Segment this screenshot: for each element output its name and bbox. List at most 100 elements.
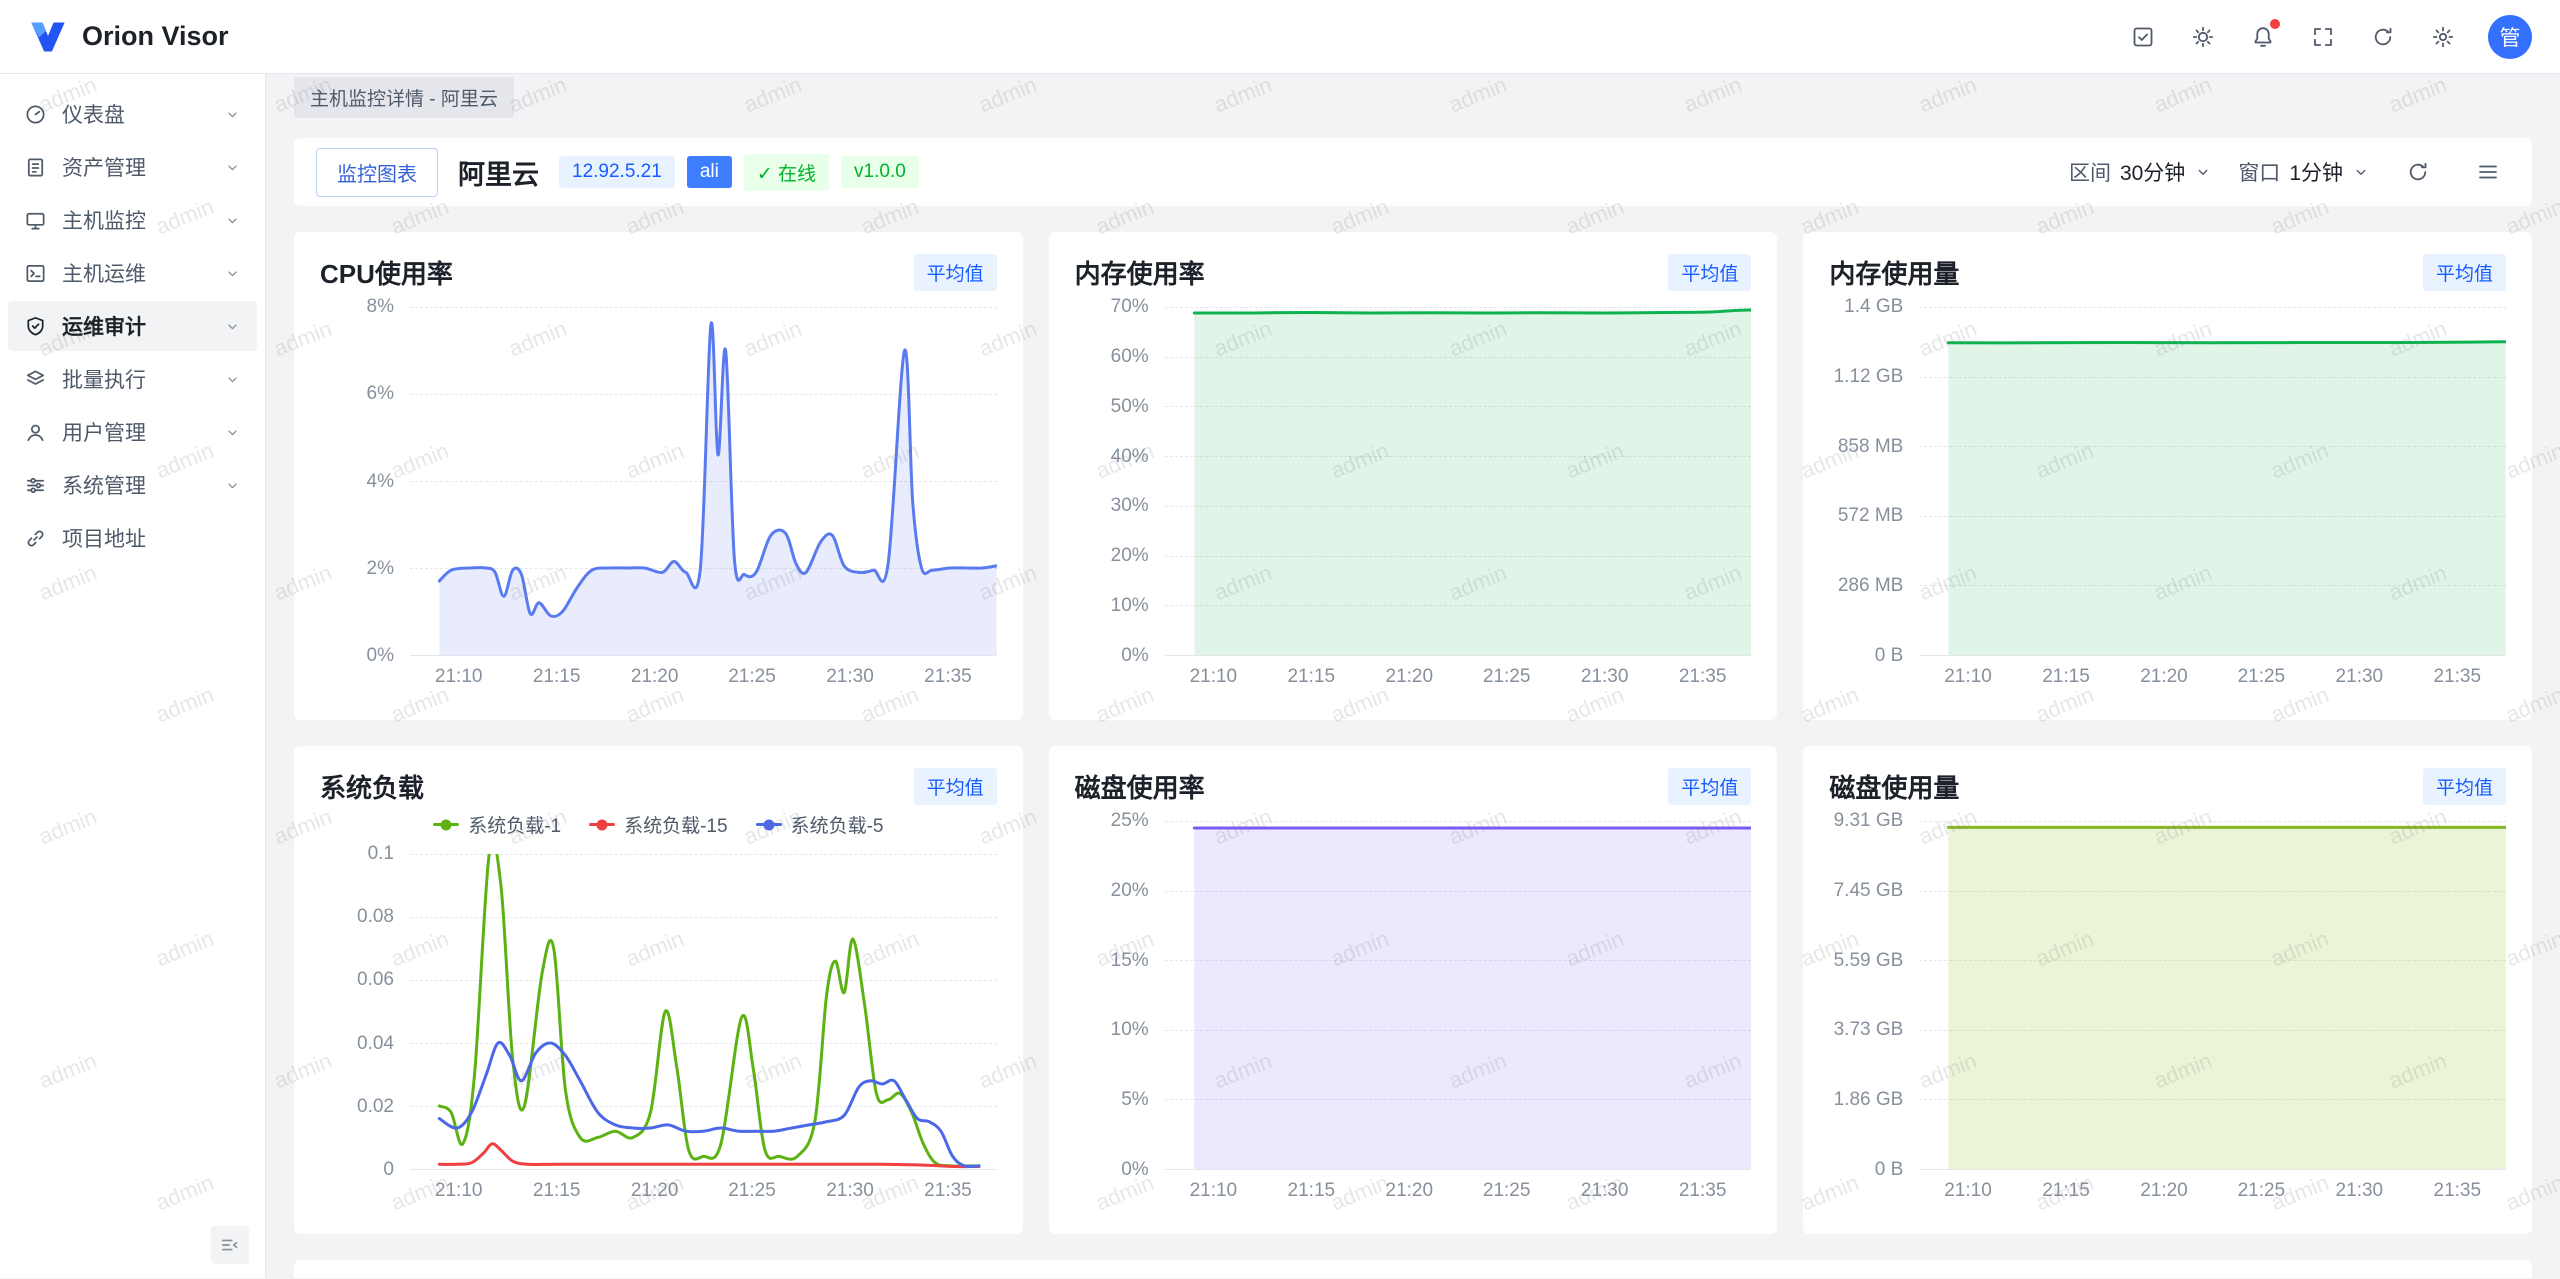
chevron-down-icon	[2194, 163, 2212, 181]
tasks-button[interactable]	[2120, 14, 2166, 60]
average-badge: 平均值	[914, 768, 997, 805]
y-tick-label: 2%	[367, 558, 394, 580]
chart-card: 磁盘使用量 平均值 9.31 GB7.45 GB5.59 GB3.73 GB1.…	[1803, 746, 2532, 1234]
chevron-down-icon	[224, 318, 241, 335]
avatar[interactable]: 管	[2488, 15, 2532, 59]
breadcrumb-item[interactable]: 主机监控详情 - 阿里云	[294, 77, 514, 118]
x-tick-label: 21:35	[2434, 666, 2482, 688]
y-tick-label: 0.04	[357, 1033, 394, 1055]
x-tick-label: 21:30	[826, 666, 874, 688]
x-tick-label: 21:30	[1581, 666, 1629, 688]
host-tag: 12.92.5.21	[559, 156, 675, 188]
legend-item[interactable]: 系统负载-15	[589, 811, 727, 838]
chevron-down-icon	[224, 424, 241, 441]
x-tick-label: 21:25	[1483, 1180, 1531, 1202]
dashboard-icon	[24, 103, 47, 126]
theme-button[interactable]	[2180, 14, 2226, 60]
link-icon	[24, 527, 47, 550]
main-content: 主机监控详情 - 阿里云 监控图表 阿里云 12.92.5.21ali✓ 在线v…	[266, 74, 2560, 1278]
y-tick-label: 0 B	[1875, 1159, 1904, 1181]
interval-select[interactable]: 区间 30分钟	[2069, 157, 2212, 187]
reload-button[interactable]	[2360, 14, 2406, 60]
legend-item[interactable]: 系统负载-1	[433, 811, 561, 838]
interval-value: 30分钟	[2120, 157, 2185, 187]
refresh-charts-button[interactable]	[2396, 150, 2440, 194]
x-tick-label: 21:20	[631, 1180, 679, 1202]
y-tick-label: 286 MB	[1838, 575, 1903, 597]
legend-item[interactable]: 系统负载-5	[756, 811, 884, 838]
chevron-down-icon	[224, 265, 241, 282]
brand[interactable]: Orion Visor	[28, 17, 229, 57]
next-card-peek	[294, 1260, 2532, 1278]
collapse-sidebar-button[interactable]	[211, 1226, 249, 1264]
y-axis-labels: 25%20%15%10%5%0%	[1075, 821, 1165, 1170]
average-badge: 平均值	[2423, 254, 2506, 291]
chart-legend: 系统负载-1 系统负载-15 系统负载-5	[320, 811, 997, 838]
x-tick-label: 21:10	[435, 1180, 483, 1202]
collapse-menu-icon	[219, 1234, 241, 1256]
sidebar-item-host-ops[interactable]: 主机运维	[8, 248, 257, 298]
chart-settings-button[interactable]	[2466, 150, 2510, 194]
notifications-button[interactable]	[2240, 14, 2286, 60]
y-tick-label: 1.12 GB	[1834, 366, 1904, 388]
y-tick-label: 30%	[1111, 495, 1149, 517]
x-tick-label: 21:15	[533, 666, 581, 688]
y-tick-label: 7.45 GB	[1834, 880, 1904, 902]
chevron-down-icon	[224, 477, 241, 494]
y-tick-label: 0.06	[357, 969, 394, 991]
chart-header: 内存使用量 平均值	[1829, 254, 2506, 291]
y-tick-label: 1.86 GB	[1834, 1089, 1904, 1111]
y-tick-label: 0%	[1121, 645, 1148, 667]
sidebar-item-dashboard[interactable]: 仪表盘	[8, 89, 257, 139]
sidebar-item-host-monitor[interactable]: 主机监控	[8, 195, 257, 245]
sidebar-item-label: 用户管理	[62, 417, 209, 447]
sidebar-item-project-link[interactable]: 项目地址	[8, 513, 257, 563]
y-tick-label: 8%	[367, 296, 394, 318]
x-tick-label: 21:25	[2238, 666, 2286, 688]
chevron-down-icon	[224, 106, 241, 123]
monitor-chart-button[interactable]: 监控图表	[316, 148, 438, 197]
x-tick-label: 21:10	[1944, 1180, 1992, 1202]
host-ops-icon	[24, 262, 47, 285]
y-tick-label: 20%	[1111, 545, 1149, 567]
y-axis-labels: 8%6%4%2%0%	[320, 307, 410, 656]
x-tick-label: 21:10	[435, 666, 483, 688]
chart-canvas	[410, 854, 997, 1169]
window-label: 窗口	[2238, 157, 2280, 187]
x-tick-label: 21:35	[2434, 1180, 2482, 1202]
chart-area: 9.31 GB7.45 GB5.59 GB3.73 GB1.86 GB0 B 2…	[1829, 821, 2506, 1170]
content-area: 监控图表 阿里云 12.92.5.21ali✓ 在线v1.0.0 区间 30分钟…	[266, 120, 2560, 1278]
y-tick-label: 70%	[1111, 296, 1149, 318]
sidebar-item-assets[interactable]: 资产管理	[8, 142, 257, 192]
y-axis-labels: 9.31 GB7.45 GB5.59 GB3.73 GB1.86 GB0 B	[1829, 821, 1919, 1170]
y-tick-label: 572 MB	[1838, 505, 1903, 527]
chart-plot: 21:1021:1521:2021:2521:3021:35	[1919, 307, 2506, 656]
y-tick-label: 3.73 GB	[1834, 1019, 1904, 1041]
sidebar-item-batch-exec[interactable]: 批量执行	[8, 354, 257, 404]
chart-card: 系统负载 平均值 系统负载-1系统负载-15系统负载-5 0.10.080.06…	[294, 746, 1023, 1234]
y-tick-label: 5.59 GB	[1834, 950, 1904, 972]
chart-header: 系统负载 平均值	[320, 768, 997, 805]
fullscreen-button[interactable]	[2300, 14, 2346, 60]
y-tick-label: 10%	[1111, 595, 1149, 617]
x-tick-label: 21:15	[2042, 1180, 2090, 1202]
window-select[interactable]: 窗口 1分钟	[2238, 157, 2370, 187]
header-actions: 管	[2120, 14, 2532, 60]
x-tick-label: 21:10	[1190, 1180, 1238, 1202]
settings-button[interactable]	[2420, 14, 2466, 60]
x-tick-label: 21:35	[1679, 1180, 1727, 1202]
chart-plot: 21:1021:1521:2021:2521:3021:35	[1919, 821, 2506, 1170]
sidebar-item-label: 运维审计	[62, 311, 209, 341]
breadcrumb: 主机监控详情 - 阿里云	[266, 74, 2560, 120]
legend-label: 系统负载-5	[791, 811, 884, 838]
sidebar-item-system-mgmt[interactable]: 系统管理	[8, 460, 257, 510]
chart-area: 25%20%15%10%5%0% 21:1021:1521:2021:2521:…	[1075, 821, 1752, 1170]
average-badge: 平均值	[1668, 254, 1751, 291]
sidebar-item-ops-audit[interactable]: 运维审计	[8, 301, 257, 351]
x-tick-label: 21:20	[2140, 1180, 2188, 1202]
chart-card: 内存使用率 平均值 70%60%50%40%30%20%10%0% 21:102…	[1049, 232, 1778, 720]
x-tick-label: 21:30	[1581, 1180, 1629, 1202]
system-icon	[24, 474, 47, 497]
x-tick-label: 21:10	[1944, 666, 1992, 688]
sidebar-item-user-mgmt[interactable]: 用户管理	[8, 407, 257, 457]
